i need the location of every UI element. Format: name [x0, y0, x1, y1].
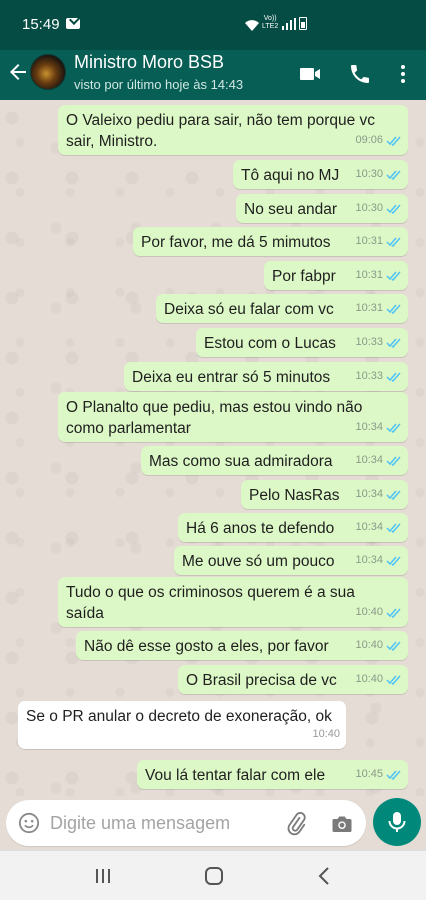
message-time: 10:31 — [355, 235, 383, 247]
message-bubble[interactable]: Por favor, me dá 5 mimutos 10:31 — [133, 227, 408, 256]
battery-icon — [299, 17, 307, 30]
message-time: 10:34 — [355, 554, 383, 566]
message-notification-icon — [66, 18, 80, 29]
read-ticks-icon — [386, 490, 401, 500]
back-arrow-icon[interactable] — [6, 60, 30, 84]
message-time: 10:30 — [355, 202, 383, 214]
message-bubble[interactable]: Há 6 anos te defendo 10:34 — [178, 513, 408, 542]
more-options-icon[interactable] — [391, 62, 415, 86]
video-call-icon[interactable] — [298, 62, 322, 86]
message-time: 10:40 — [355, 606, 383, 618]
message-time: 10:40 — [312, 728, 340, 740]
message-time: 10:45 — [355, 768, 383, 780]
read-ticks-icon — [386, 641, 401, 651]
phone-icon[interactable] — [348, 62, 372, 86]
message-time: 10:31 — [355, 269, 383, 281]
last-seen-status: visto por último hoje às 14:43 — [74, 77, 244, 92]
read-ticks-icon — [386, 204, 401, 214]
message-bubble[interactable]: Tudo o que os criminosos querem é a sua … — [58, 577, 408, 627]
message-bubble[interactable]: Me ouve só um pouco 10:34 — [174, 546, 408, 575]
message-bubble[interactable]: Vou lá tentar falar com ele 10:45 — [137, 760, 408, 789]
message-bubble[interactable]: Pelo NasRas 10:34 — [241, 480, 408, 509]
message-time: 10:34 — [355, 421, 383, 433]
message-bubble[interactable]: Estou com o Lucas 10:33 — [196, 328, 408, 357]
read-ticks-icon — [386, 675, 401, 685]
message-bubble[interactable]: Mas como sua admiradora 10:34 — [141, 446, 408, 475]
emoji-icon[interactable] — [18, 812, 40, 834]
read-ticks-icon — [386, 271, 401, 281]
message-text-line: Tudo o que os criminosos querem é a sua — [66, 584, 355, 601]
message-text-line: como parlamentar — [66, 420, 191, 437]
message-input-box — [6, 800, 366, 846]
message-time: 10:33 — [355, 370, 383, 382]
volte-indicator: Vo)) LTE2 — [262, 15, 279, 30]
nav-back-icon[interactable] — [314, 865, 336, 887]
read-ticks-icon — [386, 338, 401, 348]
message-bubble[interactable]: Tô aqui no MJ 10:30 — [233, 160, 408, 189]
message-bubble[interactable]: O Brasil precisa de vc 10:40 — [178, 665, 408, 694]
attach-icon[interactable] — [284, 812, 308, 836]
read-ticks-icon — [386, 136, 401, 146]
message-bubble[interactable]: Deixa eu entrar só 5 minutos 10:33 — [124, 362, 408, 391]
contact-avatar[interactable] — [30, 54, 66, 90]
read-ticks-icon — [386, 523, 401, 533]
read-ticks-icon — [386, 304, 401, 314]
wifi-icon — [245, 20, 259, 31]
message-time: 10:34 — [355, 488, 383, 500]
status-bar: 15:49 Vo)) LTE2 — [0, 0, 426, 50]
home-icon[interactable] — [203, 865, 225, 887]
read-ticks-icon — [386, 556, 401, 566]
chat-header: Ministro Moro BSB visto por último hoje … — [0, 50, 426, 100]
message-time: 10:40 — [355, 639, 383, 651]
camera-icon[interactable] — [330, 812, 354, 836]
read-ticks-icon — [386, 170, 401, 180]
voice-message-button[interactable] — [373, 798, 421, 846]
read-ticks-icon — [386, 237, 401, 247]
message-bubble[interactable]: Por fabpr 10:31 — [264, 261, 408, 290]
message-text-line: sair, Ministro. — [66, 133, 158, 150]
message-time: 10:34 — [355, 521, 383, 533]
chat-messages-area[interactable]: O Valeixo pediu para sair, não tem porqu… — [0, 100, 426, 796]
message-bubble[interactable]: No seu andar 10:30 — [236, 194, 408, 223]
message-time: 10:33 — [355, 336, 383, 348]
signal-strength-icon — [282, 18, 296, 30]
read-ticks-icon — [386, 770, 401, 780]
message-text-line: O Planalto que pediu, mas estou vindo nã… — [66, 399, 363, 416]
message-bubble[interactable]: Não dê esse gosto a eles, por favor 10:4… — [76, 631, 408, 660]
read-ticks-icon — [386, 456, 401, 466]
read-ticks-icon — [386, 608, 401, 618]
message-input[interactable] — [50, 808, 280, 838]
mic-icon — [388, 812, 406, 832]
message-composer — [0, 796, 426, 850]
message-text-line: Se o PR anular o decreto de exoneração, … — [26, 708, 332, 725]
read-ticks-icon — [386, 372, 401, 382]
status-time: 15:49 — [22, 16, 60, 33]
message-time: 10:40 — [355, 673, 383, 685]
message-time: 09:06 — [355, 134, 383, 146]
message-time: 10:34 — [355, 454, 383, 466]
message-bubble[interactable]: O Planalto que pediu, mas estou vindo nã… — [58, 392, 408, 442]
message-bubble[interactable]: Deixa só eu falar com vc 10:31 — [156, 294, 408, 323]
message-time: 10:31 — [355, 302, 383, 314]
message-text-line: saída — [66, 605, 104, 622]
message-bubble[interactable]: O Valeixo pediu para sair, não tem porqu… — [58, 105, 408, 155]
message-time: 10:30 — [355, 168, 383, 180]
android-navigation-bar — [0, 850, 426, 900]
contact-name[interactable]: Ministro Moro BSB — [74, 52, 224, 73]
recent-apps-icon[interactable] — [92, 865, 114, 887]
message-text-line: Não dê esse gosto a eles, por favor — [84, 638, 329, 655]
incoming-message-bubble[interactable]: Se o PR anular o decreto de exoneração, … — [18, 701, 346, 749]
read-ticks-icon — [386, 423, 401, 433]
message-text-line: O Valeixo pediu para sair, não tem porqu… — [66, 112, 376, 129]
